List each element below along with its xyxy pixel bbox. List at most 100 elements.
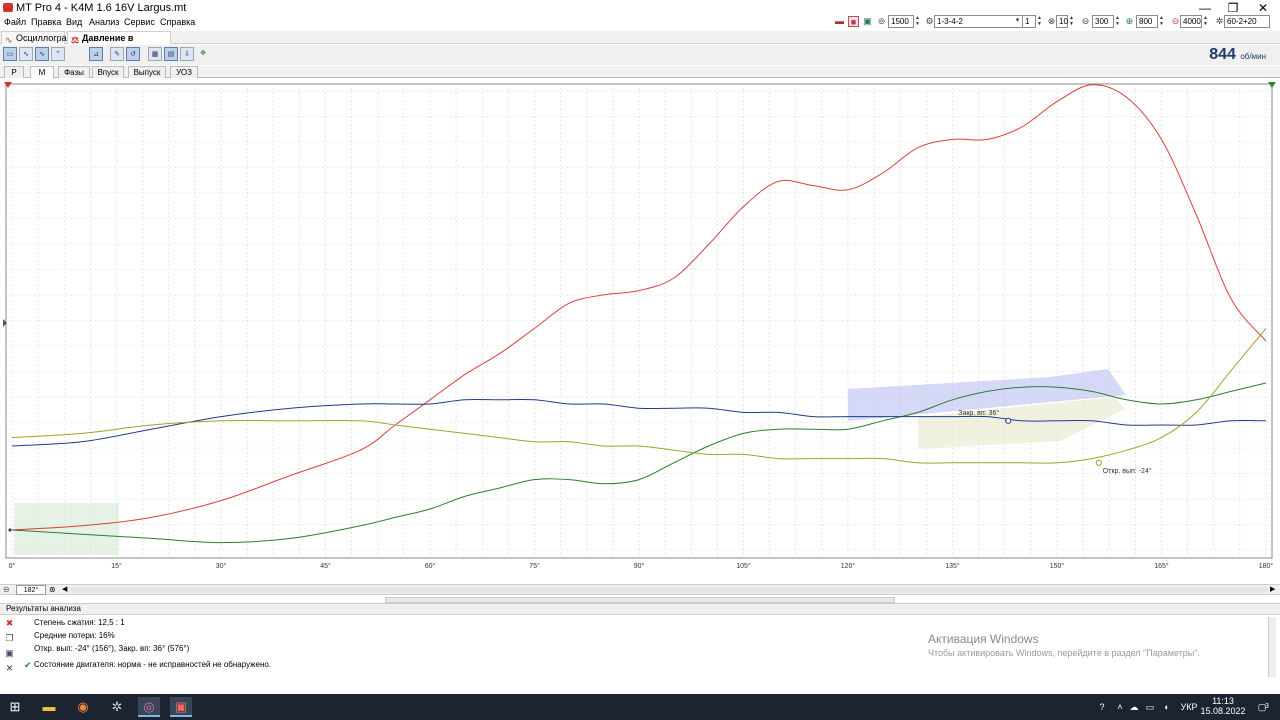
close-icon[interactable]: ✕ <box>4 663 15 674</box>
marker-point[interactable] <box>1095 459 1102 466</box>
pressure-chart[interactable]: Закр. вп: 36° Откр. вып: -24° <box>0 79 1280 562</box>
language-indicator[interactable]: УКР <box>1178 694 1200 720</box>
phase-intake: Впуск ➜ <box>143 573 177 582</box>
marker-icon[interactable]: ✎ <box>110 47 124 61</box>
x-tick: 105° <box>736 563 751 570</box>
pressure-input[interactable]: 300 <box>1092 15 1114 28</box>
overlay-icon[interactable]: ⊿ <box>89 47 103 61</box>
record-icon[interactable]: ■ <box>848 16 859 27</box>
scale-input[interactable]: 10 <box>1056 15 1068 28</box>
zoom-out-icon[interactable]: ⊖ <box>3 585 10 594</box>
table-icon[interactable]: ▤ <box>164 47 178 61</box>
tab-ignition[interactable]: УОЗ <box>170 66 198 78</box>
viber-icon[interactable]: ◎ <box>138 697 160 717</box>
cursor-icon[interactable]: ↺ <box>126 47 140 61</box>
notification-count: 3 <box>1265 703 1269 710</box>
gauge-spinner[interactable]: ▲ ▼ <box>1158 15 1165 28</box>
chart-mode-icon[interactable]: ▭ <box>3 47 17 61</box>
menu-service[interactable]: Сервис <box>124 17 155 27</box>
limit-spinner[interactable]: ▲ ▼ <box>1202 15 1209 28</box>
pressure-spinner[interactable]: ▲ ▼ <box>1114 15 1121 28</box>
tab-m[interactable]: M <box>30 66 54 78</box>
angle-display: 182° <box>16 585 46 595</box>
chevron-down-icon[interactable]: ▾ <box>1014 15 1021 28</box>
x-tick: 120° <box>840 563 856 570</box>
x-tick: 90° <box>633 563 645 570</box>
clock[interactable]: 11:13 15.08.2022 <box>1200 694 1246 720</box>
menu-file[interactable]: Файл <box>4 17 26 27</box>
result-compression: Степень сжатия: 12,5 : 1 <box>34 618 125 627</box>
tab-phases[interactable]: Фазы <box>58 66 90 78</box>
tab-oscillograph[interactable]: ∿ Осциллограф <box>1 31 74 45</box>
save-icon[interactable]: ▣ <box>862 16 873 27</box>
scroll-row: ⊖ 182° ⊛ ◀ ▶ <box>0 584 1280 595</box>
gauge-icon: ⊕ <box>1125 16 1134 26</box>
save-icon[interactable]: ▣ <box>4 648 15 659</box>
curve-mode-icon[interactable]: ∿ <box>35 47 49 61</box>
activation-watermark-title: Активация Windows <box>928 632 1039 646</box>
limit-input[interactable]: 4000 <box>1180 15 1202 28</box>
tab-p[interactable]: P <box>4 66 24 78</box>
start-point <box>8 528 12 532</box>
scale-mode-icon[interactable]: ∿ <box>19 47 33 61</box>
marker-label: Откр. вып: -24° <box>1103 467 1152 475</box>
menu-edit[interactable]: Правка <box>31 17 61 27</box>
wheel-select[interactable]: 60-2+20 <box>1224 15 1270 28</box>
x-tick: 75° <box>529 563 540 570</box>
x-tick: 30° <box>215 563 227 570</box>
scroll-right-icon[interactable]: ▶ <box>1270 585 1275 593</box>
phase-bar: Впуск ➜ Сжатие ➜ Раб. ход ➜ Выпуск ➜ <box>0 572 1280 583</box>
menu-help[interactable]: Справка <box>160 17 195 27</box>
phase-compression: Сжатие ➜ <box>460 573 500 582</box>
tool-icon[interactable]: ✲ <box>106 697 128 717</box>
network-icon[interactable]: ▭ <box>1144 694 1156 720</box>
cylinder-select[interactable]: 1 <box>1022 15 1036 28</box>
gauge-input[interactable]: 800 <box>1136 15 1158 28</box>
cylinder-spinner[interactable]: ▲ ▼ <box>1036 15 1043 28</box>
app-icon <box>3 3 13 12</box>
export-icon[interactable]: ⇩ <box>180 47 194 61</box>
top-controls: ▬ ■ ▣ ⊚ 1500 ▲ ▼ ⚙ 1-3-4-2 ▾ 1 ▲ ▼ ⊗ 10 ▲ ▼… <box>830 14 1280 30</box>
settings-icon[interactable]: ✥ <box>196 47 210 61</box>
horizontal-scrollbar[interactable] <box>70 587 1268 593</box>
peak-icon[interactable]: ⌃ <box>51 47 65 61</box>
results-header: Результаты анализа <box>0 603 1280 614</box>
firing-order-select[interactable]: 1-3-4-2 <box>934 15 1024 28</box>
tab-exhaust[interactable]: Выпуск <box>128 66 166 78</box>
help-icon[interactable]: ? <box>1094 694 1110 720</box>
window-title: MT Pro 4 - K4M 1.6 16V Largus.mt <box>16 2 187 14</box>
rpm-input[interactable]: 1500 <box>888 15 914 28</box>
phase-power: Раб. ход ➜ <box>778 573 822 582</box>
start-icon[interactable]: ⊞ <box>4 697 26 717</box>
delete-icon[interactable]: ✖ <box>4 618 15 629</box>
results-scrollbar[interactable] <box>1268 617 1276 677</box>
menu-view[interactable]: Вид <box>66 17 82 27</box>
clock-time: 11:13 <box>1212 696 1234 706</box>
pressure-icon: ⊖ <box>1081 16 1090 26</box>
chart-toolbar: ▭ ∿ ∿ ⌃ ⊿ ✎ ↺ ▦ ▤ ⇩ ✥ <box>0 45 1280 65</box>
result-status: Состояние двигателя: норма - не исправно… <box>34 660 272 669</box>
mtpro-icon[interactable]: ▣ <box>170 697 192 717</box>
tray-chevron-icon[interactable]: ˄ <box>1114 694 1126 720</box>
scale-spinner[interactable]: ▲ ▼ <box>1068 15 1075 28</box>
rpm-spinner[interactable]: ▲ ▼ <box>914 15 921 28</box>
x-tick: 0° <box>8 563 16 570</box>
marker-point[interactable] <box>1005 417 1012 424</box>
grid-icon[interactable]: ▦ <box>148 47 162 61</box>
rpm-display: 844 об/мин <box>1209 46 1266 64</box>
chrome-icon[interactable]: ◉ <box>72 697 94 717</box>
volume-icon[interactable]: ◖ <box>1160 694 1172 720</box>
copy-icon[interactable]: ❐ <box>4 633 15 644</box>
explorer-icon[interactable]: ▬ <box>38 697 60 717</box>
menu-analysis[interactable]: Анализ <box>89 17 119 27</box>
cloud-icon[interactable]: ☁ <box>1128 694 1140 720</box>
scroll-left-icon[interactable]: ◀ <box>62 585 67 593</box>
car-icon[interactable]: ▬ <box>834 16 845 27</box>
results-panel: ✖ ❐ ▣ ✕ Степень сжатия: 12,5 : 1 Средние… <box>0 614 1280 680</box>
tab-intake[interactable]: Впуск <box>92 66 124 78</box>
phase-exhaust: Выпуск ➜ <box>1100 573 1140 582</box>
sub-tabs: P M Фазы Впуск Выпуск УОЗ <box>0 66 1280 78</box>
tab-pressure[interactable]: ⚖ Давление в цилиндре <box>67 31 171 56</box>
chart-svg[interactable]: Закр. вп: 36° Откр. вып: -24° <box>0 79 1280 562</box>
target-icon[interactable]: ⊛ <box>49 585 56 594</box>
